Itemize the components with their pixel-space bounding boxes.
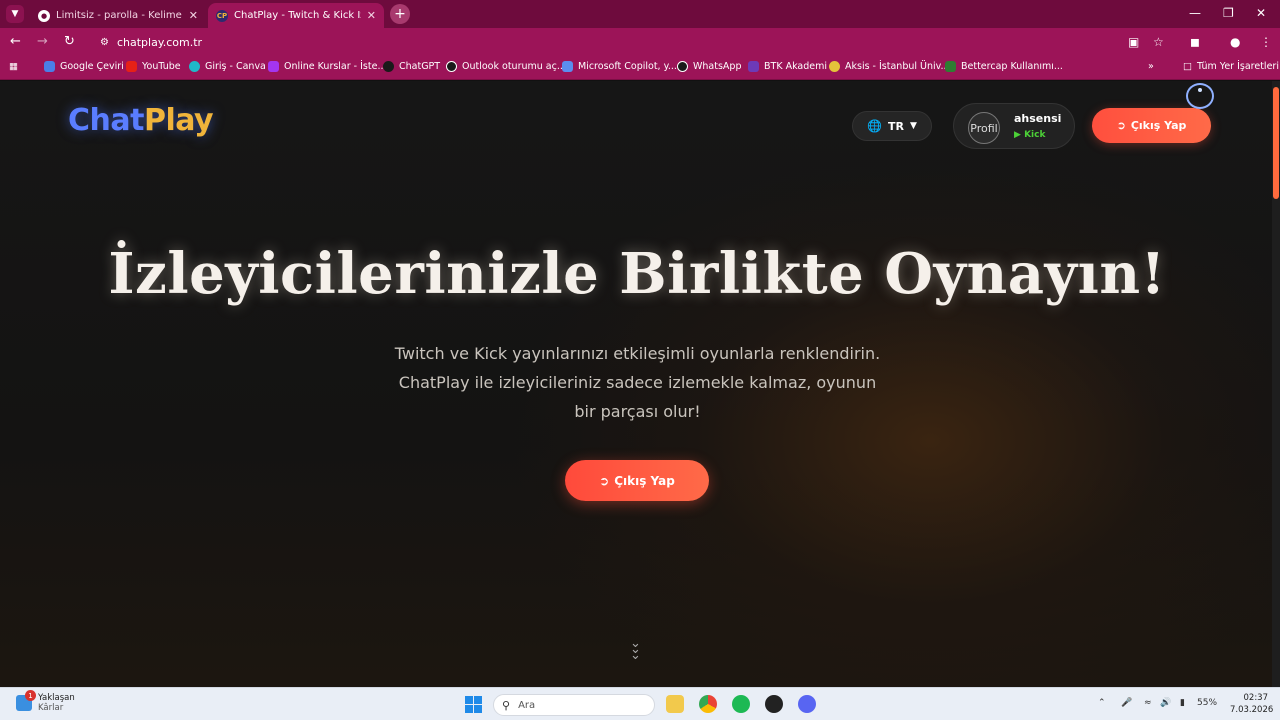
folder-icon: □	[1183, 61, 1192, 72]
new-tab-button[interactable]: +	[390, 4, 410, 24]
avatar: Profil	[968, 112, 1000, 144]
bookmark-item[interactable]: WhatsApp	[677, 61, 741, 72]
url-text[interactable]: chatplay.com.tr	[117, 36, 202, 49]
site-info-icon[interactable]: ⚙	[100, 37, 109, 48]
widgets-button[interactable]: 1 Yaklaşan Kârlar	[16, 690, 75, 713]
back-icon[interactable]: ←	[10, 34, 21, 49]
scroll-down-icon[interactable]: ⌄ ⌄ ⌄	[630, 637, 641, 662]
platform-badge: ▶ Kick	[1014, 130, 1046, 140]
bookmark-item[interactable]: Bettercap Kullanımı...	[945, 61, 1063, 72]
chrome-icon[interactable]	[699, 695, 717, 713]
all-bookmarks-folder[interactable]: □ Tüm Yer İşaretleri	[1183, 61, 1279, 72]
search-placeholder: Ara	[518, 699, 536, 711]
address-bar[interactable]: ⚙ chatplay.com.tr	[90, 31, 1180, 53]
file-explorer-icon[interactable]	[666, 695, 684, 713]
canva-icon	[189, 61, 200, 72]
start-icon[interactable]	[465, 696, 482, 713]
tray-overflow-icon[interactable]: ⌃	[1098, 698, 1106, 708]
hero-title: İzleyicilerinizle Birlikte Oynayın!	[108, 241, 1166, 307]
copilot-icon	[562, 61, 573, 72]
tab-strip: ▼ ● Limitsiz - parolla - Kelime oyunu ✕ …	[0, 0, 1280, 28]
obs-icon[interactable]	[765, 695, 783, 713]
battery-icon[interactable]: ▮	[1180, 698, 1185, 708]
close-tab-icon[interactable]: ✕	[189, 9, 198, 22]
widget-subtitle: Kârlar	[38, 703, 64, 713]
notification-badge: 1	[25, 690, 36, 701]
bookmark-item[interactable]: BTK Akademi	[748, 61, 827, 72]
page-viewport: ChatPlay 🌐 TR ▼ Profil ahsensi ▶ Kick ➲ Ç…	[0, 81, 1280, 687]
reload-icon[interactable]: ↻	[64, 34, 75, 49]
play-icon: ▶	[1014, 130, 1021, 140]
user-profile-card[interactable]: Profil ahsensi ▶ Kick	[953, 103, 1075, 149]
udemy-icon	[268, 61, 279, 72]
close-window-icon[interactable]: ✕	[1256, 6, 1266, 20]
windows-taskbar: 1 Yaklaşan Kârlar ⚲ Ara ⌃ 🎤 ≈ 🔊 ▮ 55% 02…	[0, 687, 1280, 720]
scrollbar[interactable]	[1272, 81, 1280, 687]
stocks-icon: 1	[16, 690, 36, 711]
discord-icon[interactable]	[798, 695, 816, 713]
widget-title: Yaklaşan	[38, 693, 75, 703]
logout-button[interactable]: ➲ Çıkış Yap	[1092, 108, 1211, 143]
bookmarks-bar: ▦ Google Çeviri YouTube Giriş - Canva On…	[0, 56, 1280, 80]
tab-search-chevron-icon[interactable]: ▼	[6, 5, 24, 23]
volume-icon[interactable]: 🔊	[1160, 698, 1171, 708]
language-selector[interactable]: 🌐 TR ▼	[852, 111, 932, 141]
extensions-icon[interactable]: ◼	[1190, 35, 1200, 49]
close-tab-icon[interactable]: ✕	[367, 9, 376, 22]
toolbar: ← → ↻ ⚙ chatplay.com.tr ▣ ☆ ◼ ● ⋮	[0, 28, 1280, 56]
tab-limitsiz[interactable]: ● Limitsiz - parolla - Kelime oyunu ✕	[30, 3, 206, 28]
hero-subtitle: Twitch ve Kick yayınlarınızı etkileşimli…	[394, 344, 881, 421]
clock[interactable]: 02:37 7.03.2026	[1230, 692, 1273, 716]
hero-logout-button[interactable]: ➲ Çıkış Yap	[565, 460, 709, 501]
translate-icon	[44, 61, 55, 72]
bookmark-item[interactable]: Aksis - İstanbul Üniv...	[829, 61, 950, 72]
globe-icon: ●	[38, 9, 50, 22]
bookmark-item[interactable]: YouTube	[126, 61, 181, 72]
spotify-icon[interactable]	[732, 695, 750, 713]
chatplay-favicon: CP	[216, 9, 228, 22]
sign-out-icon: ➲	[1116, 119, 1126, 132]
minimize-icon[interactable]: —	[1189, 6, 1201, 20]
profile-avatar-icon[interactable]: ●	[1230, 35, 1240, 49]
globe-icon	[446, 61, 457, 72]
bookmark-star-icon[interactable]: ☆	[1153, 35, 1164, 49]
chatgpt-icon	[383, 61, 394, 72]
scrollbar-thumb[interactable]	[1273, 87, 1279, 199]
youtube-icon	[126, 61, 137, 72]
bookmark-item[interactable]: Outlook oturumu aç...	[446, 61, 566, 72]
more-bookmarks-icon[interactable]: »	[1148, 61, 1154, 72]
sign-out-icon: ➲	[599, 473, 610, 488]
cursor-dot	[1198, 88, 1202, 92]
apps-grid-icon[interactable]: ▦	[9, 61, 18, 72]
microphone-icon[interactable]: 🎤	[1121, 698, 1132, 708]
bookmark-item[interactable]: ChatGPT	[383, 61, 440, 72]
chatplay-logo[interactable]: ChatPlay	[68, 103, 214, 138]
wifi-icon[interactable]: ≈	[1144, 698, 1152, 708]
whatsapp-icon	[677, 61, 688, 72]
battery-percent[interactable]: 55%	[1197, 698, 1217, 708]
install-app-icon[interactable]: ▣	[1128, 35, 1139, 49]
taskbar-search[interactable]: ⚲ Ara	[493, 694, 655, 716]
bookmark-item[interactable]: Online Kurslar - İste...	[268, 61, 387, 72]
cursor-ring	[1186, 83, 1214, 109]
bettercap-icon	[945, 61, 956, 72]
tab-title: Limitsiz - parolla - Kelime oyunu	[56, 10, 183, 21]
bookmark-item[interactable]: Microsoft Copilot, y...	[562, 61, 677, 72]
tab-title: ChatPlay - Twitch & Kick İzleyici	[234, 10, 361, 21]
aksis-icon	[829, 61, 840, 72]
bookmark-item[interactable]: Giriş - Canva	[189, 61, 266, 72]
btk-icon	[748, 61, 759, 72]
menu-icon[interactable]: ⋮	[1260, 35, 1272, 49]
globe-icon: 🌐	[867, 119, 883, 133]
restore-icon[interactable]: ❐	[1223, 6, 1234, 20]
username: ahsensi	[1014, 112, 1062, 125]
language-code: TR	[888, 119, 904, 133]
tab-chatplay[interactable]: CP ChatPlay - Twitch & Kick İzleyici ✕	[208, 3, 384, 28]
chevron-down-icon: ▼	[910, 121, 917, 131]
forward-icon[interactable]: →	[37, 34, 48, 49]
search-icon: ⚲	[502, 698, 511, 712]
bookmark-item[interactable]: Google Çeviri	[44, 61, 124, 72]
